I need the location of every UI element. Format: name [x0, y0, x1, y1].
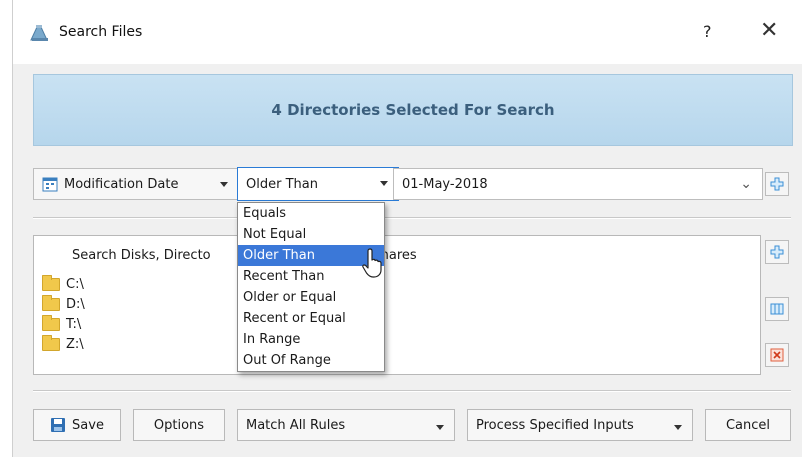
chevron-down-icon: [220, 182, 228, 187]
operator-option[interactable]: Not Equal: [238, 224, 384, 245]
operator-option[interactable]: Recent or Equal: [238, 308, 384, 329]
title-bar: Search Files ? ✕: [13, 0, 802, 64]
operator-option[interactable]: Out Of Range: [238, 350, 384, 371]
columns-icon: [770, 303, 784, 315]
list-item-label: Z:\: [66, 337, 84, 352]
plus-icon: [770, 245, 784, 259]
calendar-field-icon: [42, 176, 58, 192]
chevron-down-icon: [674, 425, 682, 430]
list-item-label: D:\: [66, 297, 85, 312]
plus-icon: [770, 177, 784, 191]
remove-icon: [770, 348, 784, 362]
folder-icon: [42, 295, 60, 311]
process-mode-value: Process Specified Inputs: [476, 417, 634, 433]
close-button[interactable]: ✕: [760, 18, 778, 43]
search-files-app-icon: [29, 24, 51, 42]
date-picker-field[interactable]: 01-May-2018 ⌄: [393, 168, 763, 200]
separator: [33, 390, 791, 392]
process-mode-dropdown[interactable]: Process Specified Inputs: [467, 409, 693, 441]
window-title: Search Files: [59, 24, 143, 40]
banner-text: 4 Directories Selected For Search: [271, 101, 555, 119]
list-item-d-drive[interactable]: D:\: [42, 295, 85, 312]
field-label: Modification Date: [64, 176, 179, 192]
list-item-t-drive[interactable]: T:\: [42, 315, 82, 332]
separator: [33, 217, 791, 219]
search-inputs-list[interactable]: Search Disks, Directo hares C:\ D:\ T:\ Z…: [33, 235, 761, 375]
operator-options-list: Equals Not Equal Older Than Recent Than …: [237, 202, 385, 372]
folder-icon: [42, 335, 60, 351]
date-value: 01-May-2018: [402, 176, 488, 192]
match-mode-dropdown[interactable]: Match All Rules: [237, 409, 455, 441]
options-button[interactable]: Options: [133, 409, 225, 441]
operator-option[interactable]: In Range: [238, 329, 384, 350]
cancel-label: Cancel: [725, 417, 771, 433]
remove-input-button[interactable]: [765, 343, 789, 367]
folder-icon: [42, 275, 60, 291]
list-item-c-drive[interactable]: C:\: [42, 275, 84, 292]
save-label: Save: [72, 417, 104, 433]
selection-summary-banner: 4 Directories Selected For Search: [33, 74, 793, 146]
search-files-dialog: Search Files ? ✕ 4 Directories Selected …: [12, 0, 802, 457]
match-mode-value: Match All Rules: [246, 417, 346, 433]
mouse-pointer-icon: [361, 247, 385, 283]
list-item-label: C:\: [66, 277, 84, 292]
save-icon: [51, 418, 66, 432]
chevron-down-icon: [436, 425, 444, 430]
save-button[interactable]: Save: [33, 409, 121, 441]
field-selector[interactable]: Modification Date: [33, 168, 239, 200]
operator-value: Older Than: [246, 176, 318, 192]
columns-button[interactable]: [765, 297, 789, 321]
help-button[interactable]: ?: [703, 22, 712, 41]
add-input-button[interactable]: [765, 240, 789, 264]
chevron-down-icon[interactable]: ⌄: [740, 176, 752, 192]
chevron-down-icon: [380, 181, 388, 186]
operator-option[interactable]: Equals: [238, 203, 384, 224]
add-rule-button[interactable]: [765, 172, 789, 196]
options-label: Options: [153, 417, 205, 433]
list-item-label: T:\: [66, 317, 82, 332]
operator-option[interactable]: Older or Equal: [238, 287, 384, 308]
operator-dropdown[interactable]: Older Than: [237, 167, 399, 201]
folder-icon: [42, 315, 60, 331]
list-item-z-drive[interactable]: Z:\: [42, 335, 84, 352]
cancel-button[interactable]: Cancel: [705, 409, 791, 441]
